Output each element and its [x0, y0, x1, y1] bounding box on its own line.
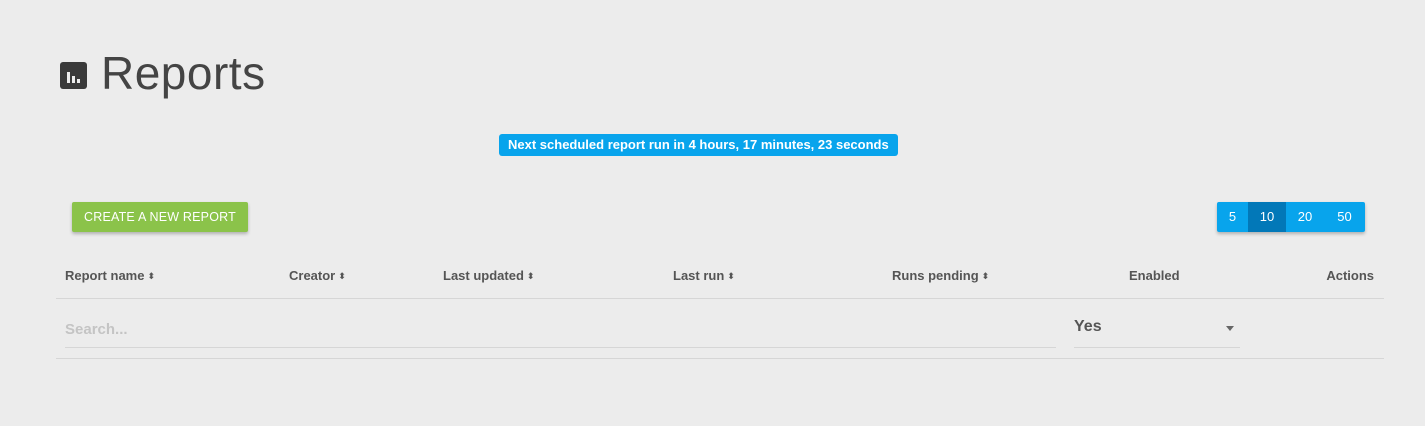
sort-icon: ⬍ — [526, 271, 535, 281]
column-label: Runs pending — [892, 268, 979, 283]
column-header-enabled: Enabled — [1129, 268, 1180, 283]
sort-icon: ⬍ — [147, 271, 156, 281]
enabled-filter-select[interactable]: Yes — [1074, 311, 1240, 348]
column-label: Report name — [65, 268, 145, 283]
page-size-20[interactable]: 20 — [1286, 202, 1324, 232]
reports-page: Reports Next scheduled report run in 4 h… — [0, 0, 1425, 426]
schedule-banner: Next scheduled report run in 4 hours, 17… — [499, 134, 898, 156]
column-header-last-updated[interactable]: Last updated ⬍ — [443, 268, 534, 283]
column-header-last-run[interactable]: Last run ⬍ — [673, 268, 735, 283]
sort-icon: ⬍ — [981, 271, 990, 281]
sort-icon: ⬍ — [338, 271, 346, 281]
column-header-runs-pending[interactable]: Runs pending ⬍ — [892, 268, 989, 283]
search-input[interactable] — [65, 311, 1056, 348]
column-label: Creator — [289, 268, 336, 283]
table-header: Report name ⬍ Creator ⬍ Last updated ⬍ Last… — [56, 260, 1384, 299]
enabled-filter-value: Yes — [1074, 318, 1102, 335]
page-size-5[interactable]: 5 — [1217, 202, 1248, 232]
column-label: Last updated — [443, 268, 524, 283]
page-size-selector: 5 10 20 50 — [1217, 202, 1365, 232]
column-label: Last run — [673, 268, 725, 283]
chevron-down-icon — [1226, 326, 1234, 331]
column-header-actions: Actions — [1326, 268, 1374, 283]
page-header: Reports — [60, 48, 266, 98]
page-title: Reports — [101, 47, 266, 99]
sort-icon: ⬍ — [727, 271, 735, 281]
page-size-10[interactable]: 10 — [1248, 202, 1286, 232]
column-header-creator[interactable]: Creator ⬍ — [289, 268, 346, 283]
page-size-50[interactable]: 50 — [1324, 202, 1365, 232]
bar-chart-icon — [60, 61, 87, 89]
filter-row: Yes — [56, 299, 1384, 359]
column-header-report-name[interactable]: Report name ⬍ — [65, 268, 155, 283]
create-report-button[interactable]: CREATE A NEW REPORT — [72, 202, 248, 232]
